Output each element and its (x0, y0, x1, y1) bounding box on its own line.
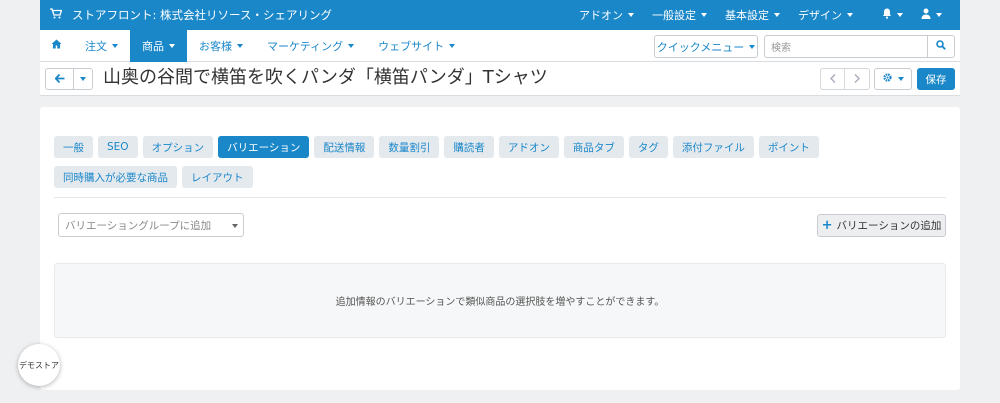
chevron-down-icon (237, 43, 243, 48)
tab-subscribers[interactable]: 購読者 (444, 136, 494, 158)
tab-seo[interactable]: SEO (98, 136, 138, 158)
chevron-down-icon (628, 13, 634, 17)
chevron-down-icon (936, 13, 942, 17)
product-tabs: 一般 SEO オプション バリエーション 配送情報 数量割引 購読者 アドオン … (54, 136, 944, 196)
main-menu: 注文 商品 お客様 マーケティング ウェブサイト クイックメニュー 検索 (40, 29, 960, 62)
tab-general[interactable]: 一般 (54, 136, 93, 158)
notifications-button[interactable] (862, 8, 912, 22)
tab-shipping[interactable]: 配送情報 (314, 136, 375, 158)
topnav-basic-settings[interactable]: 基本設定 (716, 7, 789, 23)
menu-marketing[interactable]: マーケティング (255, 30, 366, 62)
cart-icon (50, 8, 63, 22)
quick-menu-button[interactable]: クイックメニュー (654, 35, 758, 58)
menu-customers[interactable]: お客様 (187, 30, 255, 62)
home-icon (51, 39, 62, 52)
bell-icon (882, 8, 892, 22)
topnav-addons[interactable]: アドオン (570, 7, 643, 23)
menu-products[interactable]: 商品 (130, 29, 187, 62)
topnav-general-settings[interactable]: 一般設定 (643, 7, 716, 23)
back-dropdown-button[interactable] (74, 68, 93, 90)
variation-group-select[interactable]: バリエーショングループに追加 (58, 213, 244, 237)
page-title: 山奥の谷間で横笛を吹くパンダ「横笛パンダ」Tシャツ (103, 67, 548, 88)
chevron-down-icon (897, 13, 903, 17)
tab-points[interactable]: ポイント (758, 136, 819, 158)
chevron-right-icon (854, 72, 860, 87)
chevron-down-icon (232, 224, 238, 228)
search-icon (936, 40, 946, 53)
divider (54, 197, 946, 198)
tab-variations[interactable]: バリエーション (218, 136, 310, 158)
user-icon (921, 8, 931, 22)
previous-product-button[interactable] (820, 68, 845, 90)
back-button[interactable] (45, 68, 74, 90)
page-header: 山奥の谷間で横笛を吹くパンダ「横笛パンダ」Tシャツ 保存 (40, 62, 960, 96)
chevron-down-icon (774, 13, 780, 17)
add-variation-button[interactable]: + バリエーションの追加 (817, 214, 946, 237)
settings-button[interactable] (874, 68, 912, 90)
demo-store-badge[interactable]: デモストア (18, 344, 60, 386)
home-button[interactable] (40, 30, 73, 62)
storefront-link[interactable]: ストアフロント: 株式会社リソース・シェアリング (50, 7, 332, 23)
chevron-down-icon (169, 43, 175, 48)
chevron-down-icon (80, 77, 86, 81)
menu-website[interactable]: ウェブサイト (366, 30, 467, 62)
product-pager (820, 68, 870, 90)
product-editor-card: 一般 SEO オプション バリエーション 配送情報 数量割引 購読者 アドオン … (40, 107, 960, 390)
tab-addons[interactable]: アドオン (498, 136, 559, 158)
chevron-left-icon (829, 72, 836, 87)
plus-icon: + (821, 218, 833, 233)
next-product-button[interactable] (845, 68, 870, 90)
chevron-down-icon (449, 43, 456, 48)
search-input[interactable]: 検索 (764, 35, 928, 58)
chevron-down-icon (348, 43, 355, 48)
empty-state-message: 追加情報のバリエーションで類似商品の選択肢を増やすことができます。 (335, 297, 665, 308)
topnav-design[interactable]: デザイン (789, 7, 862, 23)
chevron-down-icon (112, 43, 118, 48)
tab-required-products[interactable]: 同時購入が必要な商品 (54, 166, 177, 188)
chevron-down-icon (847, 13, 853, 17)
storefront-label: ストアフロント: 株式会社リソース・シェアリング (72, 8, 332, 22)
empty-state: 追加情報のバリエーションで類似商品の選択肢を増やすことができます。 (54, 263, 946, 338)
arrow-left-icon (54, 72, 65, 87)
tab-attachments[interactable]: 添付ファイル (672, 136, 754, 158)
gear-icon (882, 72, 893, 86)
menu-orders[interactable]: 注文 (73, 30, 130, 62)
top-bar: ストアフロント: 株式会社リソース・シェアリング アドオン 一般設定 基本設定 … (40, 0, 960, 30)
chevron-down-icon (701, 13, 707, 17)
tab-product-tabs[interactable]: 商品タブ (563, 136, 624, 158)
search-button[interactable] (928, 35, 955, 58)
chevron-down-icon (749, 44, 756, 49)
save-button[interactable]: 保存 (917, 68, 955, 90)
tab-options[interactable]: オプション (142, 136, 214, 158)
tab-quantity-discounts[interactable]: 数量割引 (379, 136, 440, 158)
chevron-down-icon (898, 77, 904, 81)
user-menu-button[interactable] (912, 8, 960, 22)
tab-tags[interactable]: タグ (628, 136, 668, 158)
tab-layout[interactable]: レイアウト (182, 166, 253, 188)
